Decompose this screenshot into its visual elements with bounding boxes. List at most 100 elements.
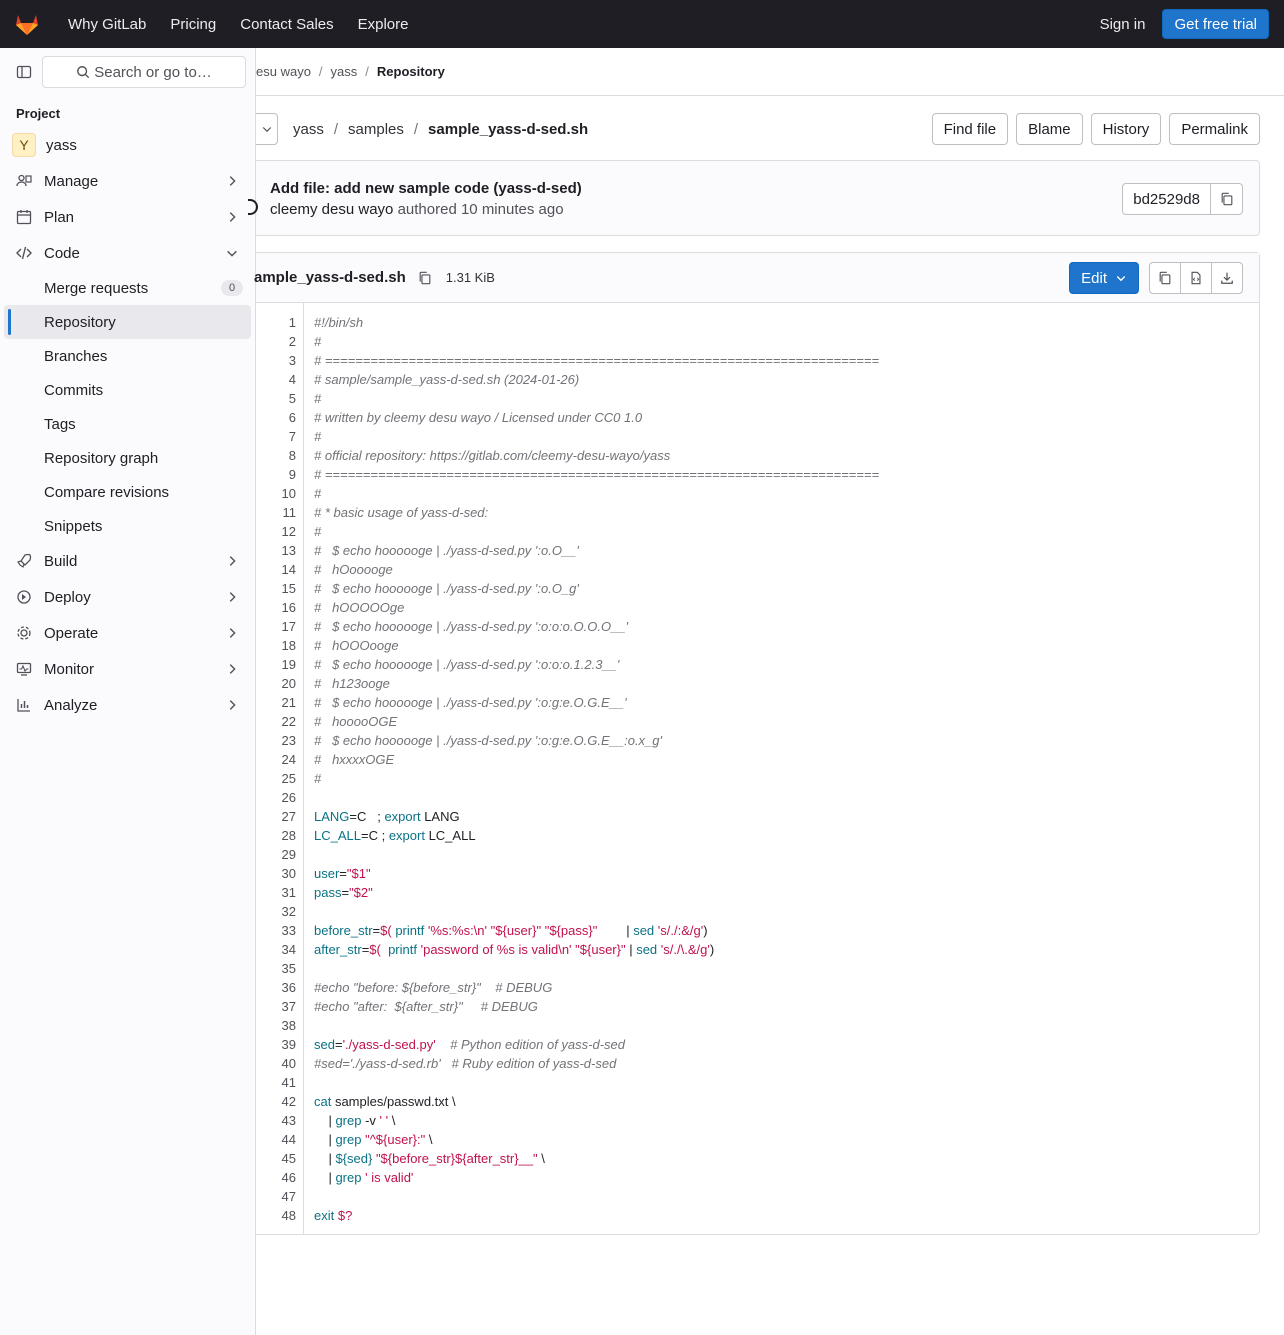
line-number[interactable]: 47 [256, 1187, 296, 1206]
line-source: # [314, 486, 322, 501]
line-number[interactable]: 18 [256, 636, 296, 655]
line-number[interactable]: 23 [256, 731, 296, 750]
line-number[interactable]: 21 [256, 693, 296, 712]
line-number[interactable]: 40 [256, 1054, 296, 1073]
sidebar-item-repository-graph[interactable]: Repository graph [0, 441, 255, 475]
sidebar-item-analyze[interactable]: Analyze [0, 687, 255, 723]
sidebar-item-manage[interactable]: Manage [0, 163, 255, 199]
line-number[interactable]: 37 [256, 997, 296, 1016]
line-number[interactable]: 30 [256, 864, 296, 883]
line-number[interactable]: 45 [256, 1149, 296, 1168]
line-number[interactable]: 36 [256, 978, 296, 997]
history-button[interactable]: History [1090, 113, 1162, 145]
line-number[interactable]: 31 [256, 883, 296, 902]
line-number[interactable]: 34 [256, 940, 296, 959]
sidebar-item-operate[interactable]: Operate [0, 615, 255, 651]
line-number[interactable]: 42 [256, 1092, 296, 1111]
download-button[interactable] [1211, 262, 1243, 294]
commit-sha[interactable]: bd2529d8 [1122, 183, 1211, 215]
sidebar-item-tags[interactable]: Tags [0, 407, 255, 441]
line-number[interactable]: 38 [256, 1016, 296, 1035]
line-number[interactable]: 33 [256, 921, 296, 940]
permalink-button[interactable]: Permalink [1169, 113, 1260, 145]
sidebar-item-snippets[interactable]: Snippets [0, 509, 255, 543]
nav-explore[interactable]: Explore [358, 16, 409, 33]
search-button[interactable]: Search or go to… [42, 56, 246, 88]
sidebar-item-repository[interactable]: Repository [4, 305, 251, 339]
line-number[interactable]: 13 [256, 541, 296, 560]
copy-sha-button[interactable] [1211, 183, 1243, 215]
nav-contact-sales[interactable]: Contact Sales [240, 16, 333, 33]
line-number[interactable]: 12 [256, 522, 296, 541]
sidebar-toggle-icon[interactable] [12, 60, 36, 84]
path-root[interactable]: yass [293, 121, 324, 138]
sidebar-item-merge-requests[interactable]: Merge requests 0 [0, 271, 255, 305]
sidebar-item-label: Code [44, 244, 80, 262]
line-number[interactable]: 39 [256, 1035, 296, 1054]
line-number[interactable]: 25 [256, 769, 296, 788]
copy-path-icon[interactable] [418, 270, 434, 286]
line-number[interactable]: 16 [256, 598, 296, 617]
line-number[interactable]: 29 [256, 845, 296, 864]
line-number[interactable]: 2 [256, 332, 296, 351]
branch-selector[interactable] [256, 113, 278, 145]
gitlab-logo-icon[interactable] [0, 0, 54, 48]
path-dir[interactable]: samples [348, 121, 404, 138]
sidebar-item-commits[interactable]: Commits [0, 373, 255, 407]
line-number[interactable]: 48 [256, 1206, 296, 1225]
sidebar-item-plan[interactable]: Plan [0, 199, 255, 235]
sidebar-project[interactable]: Y yass [0, 127, 255, 163]
line-number[interactable]: 20 [256, 674, 296, 693]
line-number[interactable]: 28 [256, 826, 296, 845]
sidebar-item-code[interactable]: Code [0, 235, 255, 271]
sidebar-item-monitor[interactable]: Monitor [0, 651, 255, 687]
breadcrumb-current[interactable]: Repository [377, 64, 445, 79]
breadcrumb-owner[interactable]: esu wayo [256, 64, 311, 79]
sign-in-link[interactable]: Sign in [1100, 16, 1146, 33]
blame-button[interactable]: Blame [1016, 113, 1083, 145]
sidebar-item-deploy[interactable]: Deploy [0, 579, 255, 615]
line-number[interactable]: 8 [256, 446, 296, 465]
file-name: ample_yass-d-sed.sh [254, 269, 406, 286]
commit-title[interactable]: Add file: add new sample code (yass-d-se… [270, 180, 582, 197]
sidebar-item-branches[interactable]: Branches [0, 339, 255, 373]
find-file-button[interactable]: Find file [931, 113, 1009, 145]
sidebar-item-build[interactable]: Build [0, 543, 255, 579]
line-source: # written by cleemy desu wayo / Licensed… [314, 410, 643, 425]
line-number[interactable]: 43 [256, 1111, 296, 1130]
line-number[interactable]: 14 [256, 560, 296, 579]
line-number[interactable]: 32 [256, 902, 296, 921]
commit-author[interactable]: cleemy desu wayo [270, 201, 393, 218]
line-number[interactable]: 6 [256, 408, 296, 427]
line-number[interactable]: 26 [256, 788, 296, 807]
line-number[interactable]: 7 [256, 427, 296, 446]
line-number[interactable]: 41 [256, 1073, 296, 1092]
line-number[interactable]: 46 [256, 1168, 296, 1187]
line-number[interactable]: 35 [256, 959, 296, 978]
get-free-trial-button[interactable]: Get free trial [1162, 9, 1269, 39]
edit-button[interactable]: Edit [1069, 262, 1139, 294]
line-number[interactable]: 15 [256, 579, 296, 598]
line-number[interactable]: 3 [256, 351, 296, 370]
line-source: # hxxxxOGE [314, 752, 395, 767]
line-number[interactable]: 17 [256, 617, 296, 636]
line-number[interactable]: 4 [256, 370, 296, 389]
line-number[interactable]: 1 [256, 313, 296, 332]
monitor-icon [16, 661, 32, 677]
nav-pricing[interactable]: Pricing [170, 16, 216, 33]
line-number[interactable]: 10 [256, 484, 296, 503]
line-number[interactable]: 22 [256, 712, 296, 731]
line-number[interactable]: 19 [256, 655, 296, 674]
copy-contents-button[interactable] [1149, 262, 1181, 294]
nav-why-gitlab[interactable]: Why GitLab [68, 16, 146, 33]
open-raw-button[interactable] [1180, 262, 1212, 294]
sidebar-item-label: Monitor [44, 660, 95, 678]
breadcrumb-project[interactable]: yass [331, 64, 358, 79]
line-number[interactable]: 27 [256, 807, 296, 826]
line-number[interactable]: 5 [256, 389, 296, 408]
sidebar-item-compare-revisions[interactable]: Compare revisions [0, 475, 255, 509]
line-number[interactable]: 11 [256, 503, 297, 522]
line-number[interactable]: 9 [256, 465, 296, 484]
line-number[interactable]: 44 [256, 1130, 296, 1149]
line-number[interactable]: 24 [256, 750, 296, 769]
